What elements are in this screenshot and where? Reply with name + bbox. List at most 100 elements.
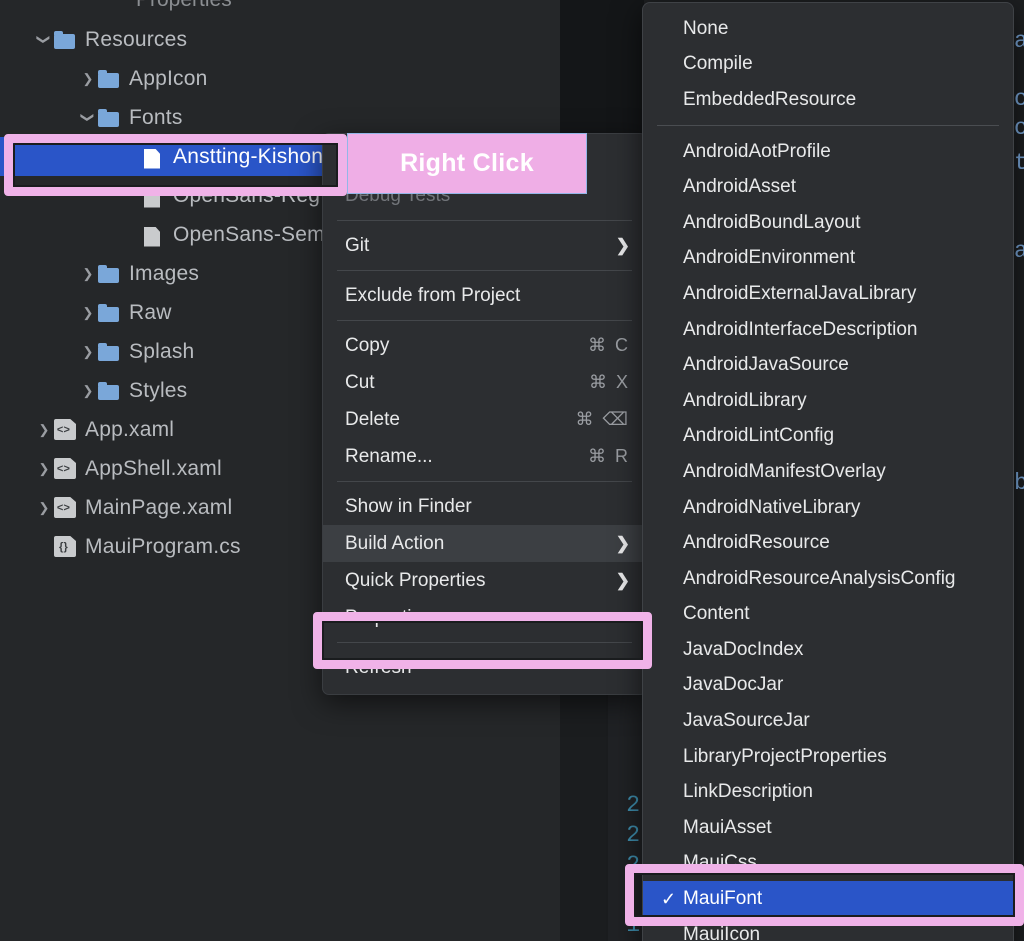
code-fragment: b — [1014, 470, 1024, 496]
menu-item-delete[interactable]: Delete ⌘ ⌫ — [323, 401, 646, 438]
tree-item-resources[interactable]: ❯ Resources — [0, 20, 560, 59]
build-action-option-label: AndroidLintConfig — [683, 425, 835, 447]
build-action-option-embeddedresource[interactable]: EmbeddedResource — [643, 82, 1013, 118]
tree-item-fonts[interactable]: ❯ Fonts — [0, 98, 560, 137]
checkmark-icon: ✓ — [661, 888, 677, 909]
menu-item-build-action[interactable]: Build Action ❯ — [323, 525, 646, 562]
build-action-option-content[interactable]: Content — [643, 597, 1013, 633]
chevron-down-icon[interactable]: ❯ — [37, 30, 52, 50]
build-action-option-linkdescription[interactable]: LinkDescription — [643, 774, 1013, 810]
folder-icon — [98, 342, 120, 361]
build-action-option-label: LibraryProjectProperties — [683, 745, 887, 767]
menu-item-copy[interactable]: Copy ⌘ C — [323, 327, 646, 364]
build-action-option-label: AndroidBoundLayout — [683, 211, 861, 233]
tree-item-label: Raw — [129, 300, 172, 324]
code-fragment: o — [1014, 86, 1024, 112]
build-action-option-label: AndroidInterfaceDescription — [683, 318, 918, 340]
build-action-option-label: None — [683, 17, 729, 39]
tree-item-label: Fonts — [129, 105, 183, 129]
build-action-option-androidlintconfig[interactable]: AndroidLintConfig — [643, 419, 1013, 455]
build-action-option-androidmanifestoverlay[interactable]: AndroidManifestOverlay — [643, 454, 1013, 490]
build-action-option-label: JavaDocJar — [683, 674, 784, 696]
build-action-option-label: AndroidManifestOverlay — [683, 460, 886, 482]
chevron-right-icon[interactable]: ❯ — [34, 423, 54, 436]
build-action-option-mauicss[interactable]: MauiCss — [643, 846, 1013, 882]
build-action-option-androidresourceanalysisconfig[interactable]: AndroidResourceAnalysisConfig — [643, 561, 1013, 597]
menu-item-show-in-finder[interactable]: Show in Finder — [323, 488, 646, 525]
xaml-code-icon — [54, 419, 76, 440]
build-action-option-label: JavaDocIndex — [683, 638, 804, 660]
build-action-submenu[interactable]: None Compile EmbeddedResource AndroidAotPro… — [642, 2, 1014, 941]
menu-item-exclude-from-project[interactable]: Exclude from Project — [323, 277, 646, 314]
build-action-option-androidjavasource[interactable]: AndroidJavaSource — [643, 347, 1013, 383]
chevron-right-icon[interactable]: ❯ — [78, 345, 98, 358]
build-action-option-javadocjar[interactable]: JavaDocJar — [643, 668, 1013, 704]
submenu-separator — [657, 124, 999, 126]
chevron-right-icon[interactable]: ❯ — [78, 384, 98, 397]
menu-item-shortcut: ⌘ R — [588, 446, 630, 466]
build-action-option-none[interactable]: None — [643, 11, 1013, 47]
tree-item-label: MauiProgram.cs — [85, 534, 241, 558]
chevron-right-icon[interactable]: ❯ — [34, 462, 54, 475]
build-action-option-androidboundlayout[interactable]: AndroidBoundLayout — [643, 205, 1013, 241]
folder-icon — [98, 381, 120, 400]
build-action-option-androidexternaljavalibrary[interactable]: AndroidExternalJavaLibrary — [643, 276, 1013, 312]
build-action-option-mauiasset[interactable]: MauiAsset — [643, 810, 1013, 846]
build-action-option-label: MauiIcon — [683, 923, 761, 941]
build-action-option-javasourcejar[interactable]: JavaSourceJar — [643, 703, 1013, 739]
tree-item-label: Images — [129, 261, 200, 285]
build-action-option-javadocindex[interactable]: JavaDocIndex — [643, 632, 1013, 668]
build-action-option-androidinterfacedescription[interactable]: AndroidInterfaceDescription — [643, 312, 1013, 348]
build-action-option-label: Content — [683, 603, 750, 625]
menu-item-label: Properties — [345, 606, 432, 628]
tree-item-label: Splash — [129, 339, 195, 363]
build-action-option-label: AndroidResourceAnalysisConfig — [683, 567, 956, 589]
chevron-right-icon[interactable]: ❯ — [78, 72, 98, 85]
menu-item-quick-properties[interactable]: Quick Properties ❯ — [323, 562, 646, 599]
file-icon — [142, 226, 164, 244]
build-action-option-label: JavaSourceJar — [683, 710, 810, 732]
chevron-right-icon[interactable]: ❯ — [78, 306, 98, 319]
build-action-option-label: MauiAsset — [683, 816, 772, 838]
build-action-option-androidresource[interactable]: AndroidResource — [643, 525, 1013, 561]
build-action-option-androidaotprofile[interactable]: AndroidAotProfile — [643, 134, 1013, 170]
folder-icon — [98, 108, 120, 127]
build-action-option-androidenvironment[interactable]: AndroidEnvironment — [643, 241, 1013, 277]
menu-item-rename[interactable]: Rename... ⌘ R — [323, 438, 646, 475]
xaml-code-icon — [54, 458, 76, 479]
chevron-right-icon[interactable]: ❯ — [78, 267, 98, 280]
chevron-down-icon[interactable]: ❯ — [81, 108, 96, 128]
build-action-option-label: AndroidEnvironment — [683, 247, 856, 269]
menu-item-properties[interactable]: Properties — [323, 599, 646, 636]
tree-item-label: Styles — [129, 378, 188, 402]
build-action-option-androidasset[interactable]: AndroidAsset — [643, 169, 1013, 205]
menu-item-git[interactable]: Git ❯ — [323, 227, 646, 264]
tree-item-appicon[interactable]: ❯ AppIcon — [0, 59, 560, 98]
menu-separator — [337, 270, 632, 271]
gutter-line-number: 2 — [626, 852, 640, 878]
build-action-option-libraryprojectproperties[interactable]: LibraryProjectProperties — [643, 739, 1013, 775]
tree-item-anstting-kishon[interactable]: ❯Anstting-Kishon — [0, 137, 348, 176]
folder-icon — [98, 69, 120, 88]
build-action-option-label: MauiFont — [683, 888, 763, 910]
build-action-option-label: AndroidAsset — [683, 176, 797, 198]
chevron-right-icon[interactable]: ❯ — [34, 501, 54, 514]
build-action-option-mauifont[interactable]: ✓ MauiFont — [643, 881, 1013, 917]
menu-item-label: Quick Properties — [345, 569, 486, 591]
build-action-option-androidnativelibrary[interactable]: AndroidNativeLibrary — [643, 490, 1013, 526]
build-action-option-mauiicon[interactable]: MauiIcon — [643, 917, 1013, 941]
menu-item-cut[interactable]: Cut ⌘ X — [323, 364, 646, 401]
context-menu[interactable]: Run TestsDebug TestsGit❯Exclude from Pro… — [322, 133, 647, 695]
submenu-chevron-right-icon: ❯ — [615, 570, 630, 590]
gutter-line-number: 2 — [626, 822, 640, 848]
menu-item-refresh[interactable]: Refresh — [323, 649, 646, 686]
build-action-option-compile[interactable]: Compile — [643, 47, 1013, 83]
folder-icon — [98, 264, 120, 283]
tree-item-label: OpenSans-Reg — [173, 183, 321, 207]
menu-item-shortcut: ⌘ ⌫ — [575, 409, 630, 429]
tree-item-label: App.xaml — [85, 417, 175, 441]
build-action-option-label: EmbeddedResource — [683, 88, 857, 110]
build-action-option-androidlibrary[interactable]: AndroidLibrary — [643, 383, 1013, 419]
tree-item-label: AppShell.xaml — [85, 456, 222, 480]
code-fragment: t — [1014, 150, 1024, 176]
